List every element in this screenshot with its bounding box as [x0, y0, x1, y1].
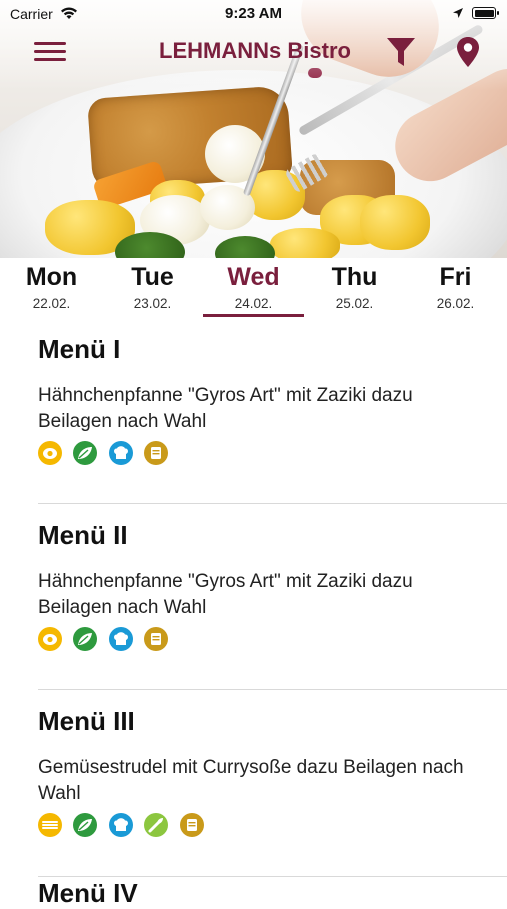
- menu-divider: [38, 876, 507, 877]
- day-name: Mon: [25, 263, 78, 291]
- celery-icon: [144, 813, 169, 837]
- menu-item-3[interactable]: Menü III Gemüsestrudel mit Currysoße daz…: [38, 706, 507, 839]
- menu-divider: [38, 689, 507, 690]
- status-bar: Carrier 9:23 AM: [0, 0, 507, 28]
- day-name: Fri: [439, 263, 472, 291]
- menu-item-2[interactable]: Menü II Hähnchenpfanne "Gyros Art" mit Z…: [38, 520, 507, 653]
- chef-hat-icon: [108, 627, 133, 651]
- clock: 9:23 AM: [225, 5, 282, 22]
- day-date: 23.02.: [133, 296, 172, 311]
- menu-title: Menü II: [38, 520, 128, 550]
- battery-icon: [472, 7, 499, 19]
- chef-hat-icon: [108, 813, 133, 837]
- day-name: Wed: [227, 263, 280, 291]
- leaf-icon: [73, 627, 98, 651]
- day-date: 25.02.: [335, 296, 374, 311]
- potato: [270, 228, 340, 258]
- allergen-icons: [38, 441, 507, 467]
- day-tab-thu[interactable]: Thu 25.02.: [304, 258, 405, 318]
- location-services-icon: [453, 8, 463, 18]
- location-pin-icon[interactable]: [456, 36, 480, 68]
- menu-line: [34, 50, 66, 53]
- day-tab-tue[interactable]: Tue 23.02.: [102, 258, 203, 318]
- day-name: Thu: [331, 263, 378, 291]
- menu-divider: [38, 503, 507, 504]
- menu-description: Hähnchenpfanne "Gyros Art" mit Zaziki da…: [38, 571, 413, 618]
- allergen-icons: [38, 813, 507, 839]
- hamburger-menu-button[interactable]: [34, 40, 66, 64]
- cup-icon: [144, 441, 169, 465]
- wheat-icon: [38, 813, 62, 837]
- egg-icon: [38, 627, 62, 651]
- leaf-icon: [73, 813, 98, 837]
- chef-hat-icon: [108, 441, 133, 465]
- egg-icon: [38, 441, 62, 465]
- menu-line: [34, 42, 66, 45]
- menu-item-1[interactable]: Menü I Hähnchenpfanne "Gyros Art" mit Za…: [38, 334, 507, 467]
- cup-icon: [144, 627, 169, 651]
- cup-icon: [179, 813, 204, 837]
- app-title: LEHMANNs Bistro: [159, 38, 351, 63]
- menu-item-4[interactable]: Menü IV: [38, 878, 138, 909]
- day-date: 24.02.: [234, 296, 273, 311]
- menu-description: Gemüsestrudel mit Currysoße dazu Beilage…: [38, 757, 464, 804]
- menu-title: Menü I: [38, 334, 121, 364]
- menu-title: Menü III: [38, 706, 135, 736]
- menu-line: [34, 58, 66, 61]
- day-tab-wed[interactable]: Wed 24.02.: [203, 258, 304, 318]
- day-date: 26.02.: [436, 296, 475, 311]
- leaf-icon: [73, 441, 98, 465]
- filter-icon[interactable]: [386, 36, 416, 68]
- day-tab-mon[interactable]: Mon 22.02.: [1, 258, 102, 318]
- selected-day-indicator: [203, 314, 304, 317]
- day-tab-fri[interactable]: Fri 26.02.: [405, 258, 506, 318]
- day-name: Tue: [131, 263, 174, 291]
- potato: [360, 195, 430, 250]
- menu-title: Menü IV: [38, 878, 138, 908]
- menu-description: Hähnchenpfanne "Gyros Art" mit Zaziki da…: [38, 385, 413, 432]
- allergen-icons: [38, 627, 507, 653]
- day-date: 22.02.: [32, 296, 71, 311]
